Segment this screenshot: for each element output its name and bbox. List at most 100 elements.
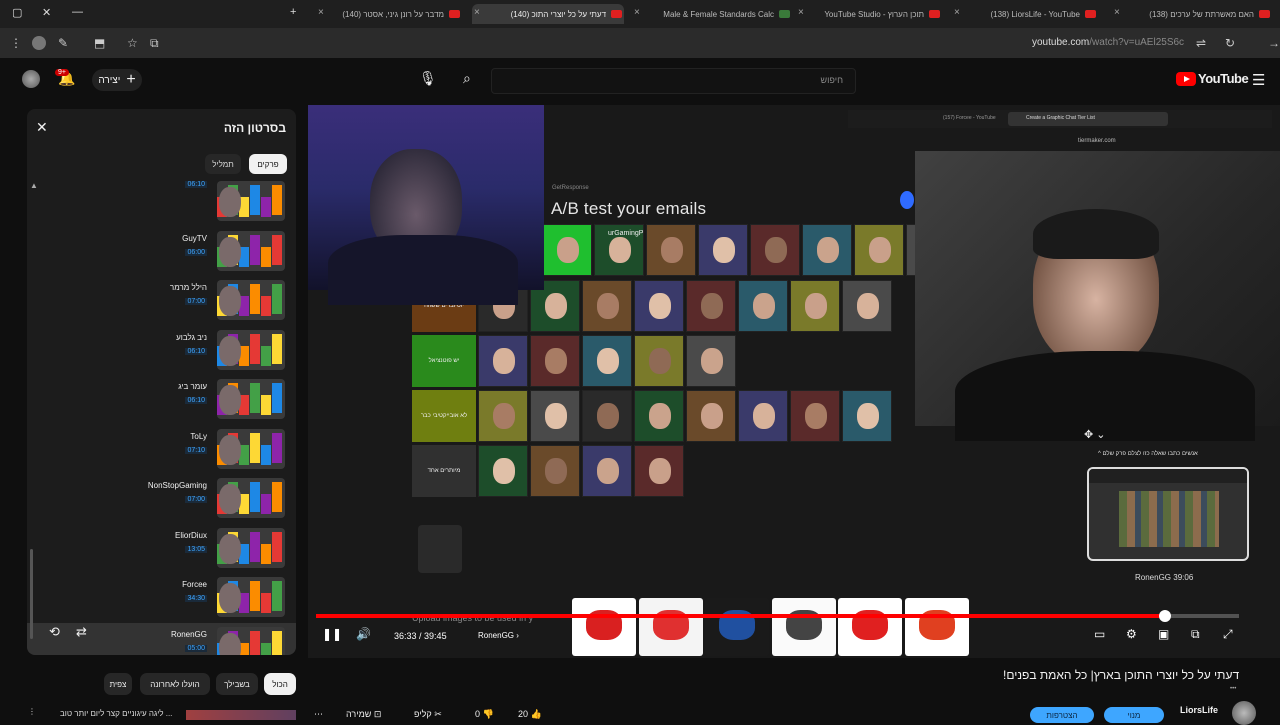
- browser-tab[interactable]: × Male & Female Standards Calc: [632, 4, 792, 24]
- tag-chip-for-you[interactable]: בשבילך: [216, 673, 258, 695]
- new-tab-button[interactable]: +: [290, 6, 296, 18]
- create-button[interactable]: יצירה +: [92, 69, 142, 91]
- chapter-timestamp[interactable]: 13:05: [185, 545, 207, 553]
- join-button[interactable]: הצטרפות: [1030, 707, 1094, 723]
- unranked-item[interactable]: [854, 224, 904, 276]
- tier-item[interactable]: [478, 335, 528, 387]
- tier-item[interactable]: [686, 390, 736, 442]
- upload-thumbnail[interactable]: [904, 598, 969, 656]
- save-button[interactable]: שמירה ⊡: [346, 709, 381, 720]
- scrubber-handle[interactable]: [1159, 610, 1172, 622]
- chapter-item[interactable]: Forcee 34:30: [27, 573, 296, 623]
- tier-item[interactable]: [634, 335, 684, 387]
- tag-chip-watched[interactable]: צפית: [104, 673, 132, 695]
- chapter-timestamp[interactable]: 06:00: [185, 248, 207, 256]
- tier-item[interactable]: [530, 445, 580, 497]
- tier-item[interactable]: [634, 390, 684, 442]
- unranked-item[interactable]: [750, 224, 800, 276]
- tier-item[interactable]: [478, 445, 528, 497]
- upload-thumbnail[interactable]: [638, 598, 703, 656]
- channel-avatar[interactable]: [1232, 701, 1256, 725]
- tag-chip-all[interactable]: הכול: [264, 673, 296, 695]
- chapter-timestamp[interactable]: 07:00: [185, 298, 207, 305]
- close-icon[interactable]: ✕: [36, 119, 48, 136]
- video-player[interactable]: (157) Forcee - YouTube Create a Graphic …: [308, 105, 1280, 658]
- shuffle-icon[interactable]: ⇄: [76, 624, 87, 640]
- current-chapter[interactable]: RonenGG ›: [478, 631, 519, 640]
- profile-icon[interactable]: [32, 36, 46, 50]
- tab-transcript[interactable]: תמליל: [205, 154, 241, 174]
- cast-icon[interactable]: ⧉: [150, 36, 159, 51]
- channel-name[interactable]: LiorsLife: [1180, 705, 1218, 715]
- unranked-item[interactable]: [698, 224, 748, 276]
- tier-item[interactable]: [582, 445, 632, 497]
- chapter-timestamp[interactable]: 05:00: [185, 644, 207, 652]
- clip-button[interactable]: קליפ ✂: [414, 709, 442, 720]
- close-icon[interactable]: ×: [634, 7, 640, 18]
- search-icon[interactable]: ⌕: [463, 70, 471, 87]
- tab-chapters[interactable]: פרקים: [249, 154, 287, 174]
- hamburger-menu-icon[interactable]: ☰: [1252, 71, 1265, 89]
- microphone-icon[interactable]: 🎙: [419, 70, 437, 87]
- unranked-item[interactable]: [542, 224, 592, 276]
- chapter-item[interactable]: עומר ביג 06:10: [27, 375, 296, 425]
- upload-thumbnail[interactable]: [771, 598, 836, 656]
- tier-item[interactable]: [582, 280, 632, 332]
- chapter-item[interactable]: 06:10: [27, 177, 296, 227]
- upload-thumbnail[interactable]: [705, 598, 769, 656]
- tier-item[interactable]: [686, 335, 736, 387]
- upload-thumbnail[interactable]: [572, 598, 636, 656]
- loop-icon[interactable]: ⟲: [49, 624, 60, 640]
- bookmark-star-icon[interactable]: ☆: [127, 36, 138, 50]
- fullscreen-icon[interactable]: ⤢: [1223, 627, 1233, 642]
- avatar[interactable]: [22, 70, 40, 88]
- tier-item[interactable]: [686, 280, 736, 332]
- more-icon[interactable]: ⋯: [314, 709, 323, 720]
- browser-tab[interactable]: × YouTube Studio - תוכן הערוץ: [796, 4, 942, 24]
- youtube-logo[interactable]: YouTube: [1176, 71, 1249, 86]
- site-settings-icon[interactable]: ⇌: [1196, 36, 1206, 50]
- chapter-timestamp[interactable]: 07:00: [185, 496, 207, 503]
- chapter-item[interactable]: RonenGG 05:00: [27, 622, 296, 655]
- window-menu-icon[interactable]: ▢: [12, 6, 22, 19]
- reload-icon[interactable]: ↻: [1225, 36, 1235, 50]
- url-field[interactable]: youtube.com/watch?v=uAEl25S6c: [1032, 37, 1184, 48]
- browser-tab[interactable]: × (138) האם מאשרתת של ערכים: [1112, 4, 1272, 24]
- subscribe-button[interactable]: מנוי: [1104, 707, 1164, 723]
- window-close-icon[interactable]: ✕: [42, 6, 51, 19]
- tier-item[interactable]: [582, 390, 632, 442]
- tier-item[interactable]: [842, 280, 892, 332]
- tier-item[interactable]: [738, 280, 788, 332]
- window-minimize-icon[interactable]: —: [72, 6, 83, 18]
- dislike-button[interactable]: 0 👎: [475, 709, 494, 720]
- browser-tab[interactable]: × (138) LiorsLife - YouTube: [952, 4, 1098, 24]
- tier-item[interactable]: [790, 280, 840, 332]
- close-icon[interactable]: ×: [798, 7, 804, 18]
- chapter-timestamp[interactable]: 06:10: [185, 347, 207, 355]
- tier-item[interactable]: [582, 335, 632, 387]
- chapter-item[interactable]: ToLy 07:10: [27, 425, 296, 475]
- progress-bar[interactable]: [316, 610, 1239, 622]
- tier-item[interactable]: [842, 390, 892, 442]
- tier-item[interactable]: [634, 280, 684, 332]
- like-button[interactable]: 20 👍: [518, 709, 542, 720]
- tier-item[interactable]: [478, 390, 528, 442]
- upload-thumbnail[interactable]: [838, 598, 902, 656]
- unranked-item[interactable]: [646, 224, 696, 276]
- tier-item[interactable]: [790, 390, 840, 442]
- search-input[interactable]: חיפוש: [491, 68, 856, 94]
- chapter-timestamp[interactable]: 06:10: [185, 397, 207, 404]
- pause-icon[interactable]: ❚❚: [322, 627, 342, 641]
- close-icon[interactable]: ×: [954, 7, 960, 18]
- tier-item[interactable]: [530, 335, 580, 387]
- cast-icon[interactable]: ⧉: [1191, 627, 1200, 642]
- tier-item[interactable]: [530, 390, 580, 442]
- tier-item[interactable]: [634, 445, 684, 497]
- menu-dots-icon[interactable]: ⋮: [10, 36, 22, 50]
- related-video[interactable]: ⋮ ליגה עיגוניים קצר ליום יותר טוב ...: [0, 704, 300, 720]
- settings-gear-icon[interactable]: ⚙: [1126, 627, 1137, 641]
- download-icon[interactable]: ⬒: [94, 36, 105, 50]
- chapter-item[interactable]: ניב גלבוע 06:10: [27, 326, 296, 376]
- chapter-item[interactable]: GuyTV 06:00: [27, 227, 296, 277]
- scrollbar[interactable]: [30, 549, 33, 639]
